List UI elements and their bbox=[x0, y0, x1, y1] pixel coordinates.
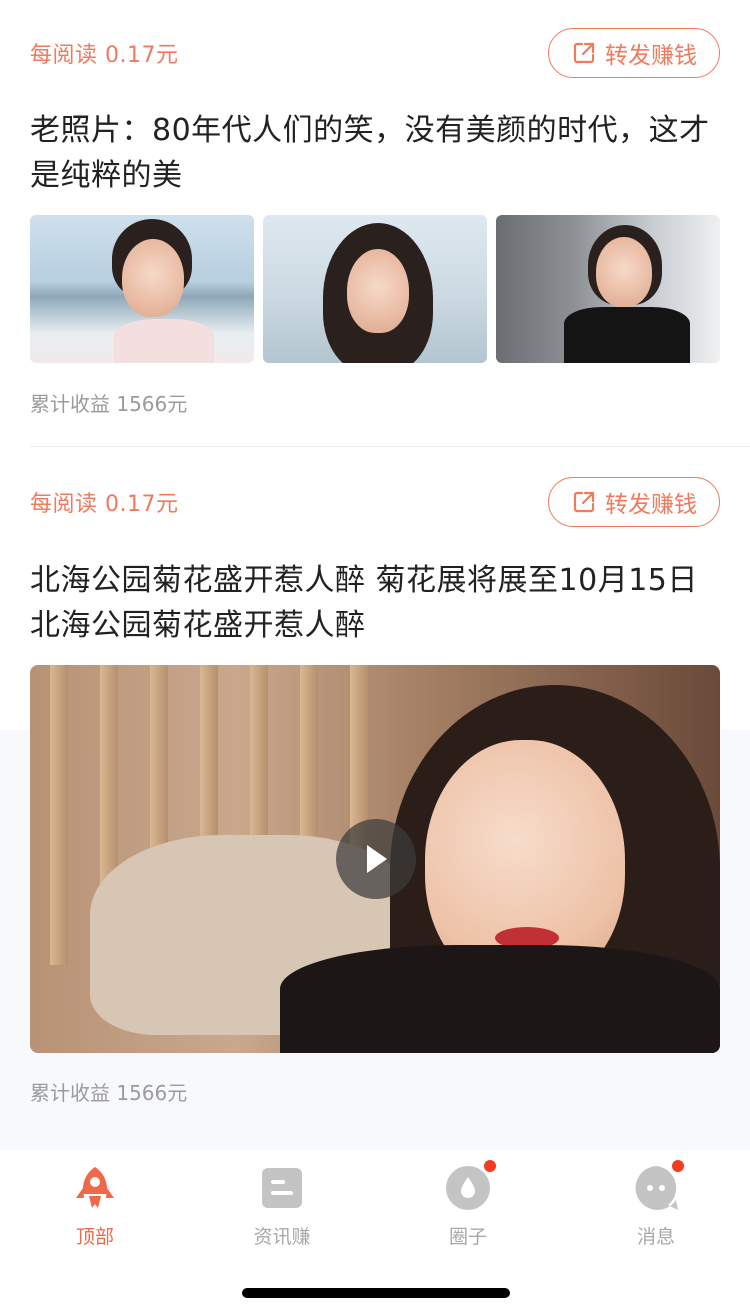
thumbnail-image[interactable] bbox=[496, 215, 720, 363]
tab-circle[interactable]: 圈子 bbox=[408, 1160, 528, 1254]
share-icon bbox=[573, 42, 595, 64]
article-thumbnails bbox=[30, 215, 720, 363]
share-earn-label: 转发赚钱 bbox=[605, 43, 697, 69]
share-earn-button[interactable]: 转发赚钱 bbox=[548, 28, 720, 78]
tab-messages[interactable]: 消息 bbox=[596, 1160, 716, 1254]
article-card-header: 每阅读 0.17元 转发赚钱 bbox=[30, 477, 720, 527]
article-card[interactable]: 每阅读 0.17元 转发赚钱 老照片：80年代人们的笑，没有美颜的时代，这才是纯… bbox=[0, 0, 750, 447]
thumbnail-image[interactable] bbox=[30, 215, 254, 363]
play-button[interactable] bbox=[336, 819, 416, 899]
per-read-reward: 每阅读 0.17元 bbox=[30, 492, 179, 517]
tab-label: 圈子 bbox=[448, 1226, 487, 1248]
per-read-reward: 每阅读 0.17元 bbox=[30, 43, 179, 68]
tab-label: 消息 bbox=[636, 1226, 675, 1248]
play-icon bbox=[367, 845, 387, 873]
article-card[interactable]: 每阅读 0.17元 转发赚钱 北海公园菊花盛开惹人醉 菊花展将展至10月15日北… bbox=[0, 447, 750, 1140]
thumbnail-image[interactable] bbox=[263, 215, 487, 363]
share-earn-button[interactable]: 转发赚钱 bbox=[548, 477, 720, 527]
article-title[interactable]: 老照片：80年代人们的笑，没有美颜的时代，这才是纯粹的美 bbox=[30, 108, 720, 198]
circle-drop-icon bbox=[444, 1160, 496, 1212]
cumulative-earnings: 累计收益 1566元 bbox=[30, 1081, 188, 1105]
news-icon bbox=[258, 1164, 306, 1212]
notification-badge bbox=[484, 1160, 496, 1172]
share-icon bbox=[573, 491, 595, 513]
notification-badge bbox=[672, 1160, 684, 1172]
article-card-header: 每阅读 0.17元 转发赚钱 bbox=[30, 28, 720, 78]
cumulative-earnings: 累计收益 1566元 bbox=[30, 392, 188, 416]
video-thumbnail[interactable] bbox=[30, 665, 720, 1053]
rocket-icon bbox=[71, 1164, 119, 1212]
tab-label: 顶部 bbox=[75, 1226, 114, 1248]
home-indicator bbox=[242, 1288, 510, 1298]
share-earn-label: 转发赚钱 bbox=[605, 492, 697, 518]
article-title[interactable]: 北海公园菊花盛开惹人醉 菊花展将展至10月15日北海公园菊花盛开惹人醉 bbox=[30, 558, 720, 648]
tab-news-earn[interactable]: 资讯赚 bbox=[222, 1164, 342, 1254]
tab-top[interactable]: 顶部 bbox=[35, 1164, 155, 1254]
chat-bubble-icon bbox=[632, 1160, 684, 1212]
tab-label: 资讯赚 bbox=[253, 1226, 311, 1248]
